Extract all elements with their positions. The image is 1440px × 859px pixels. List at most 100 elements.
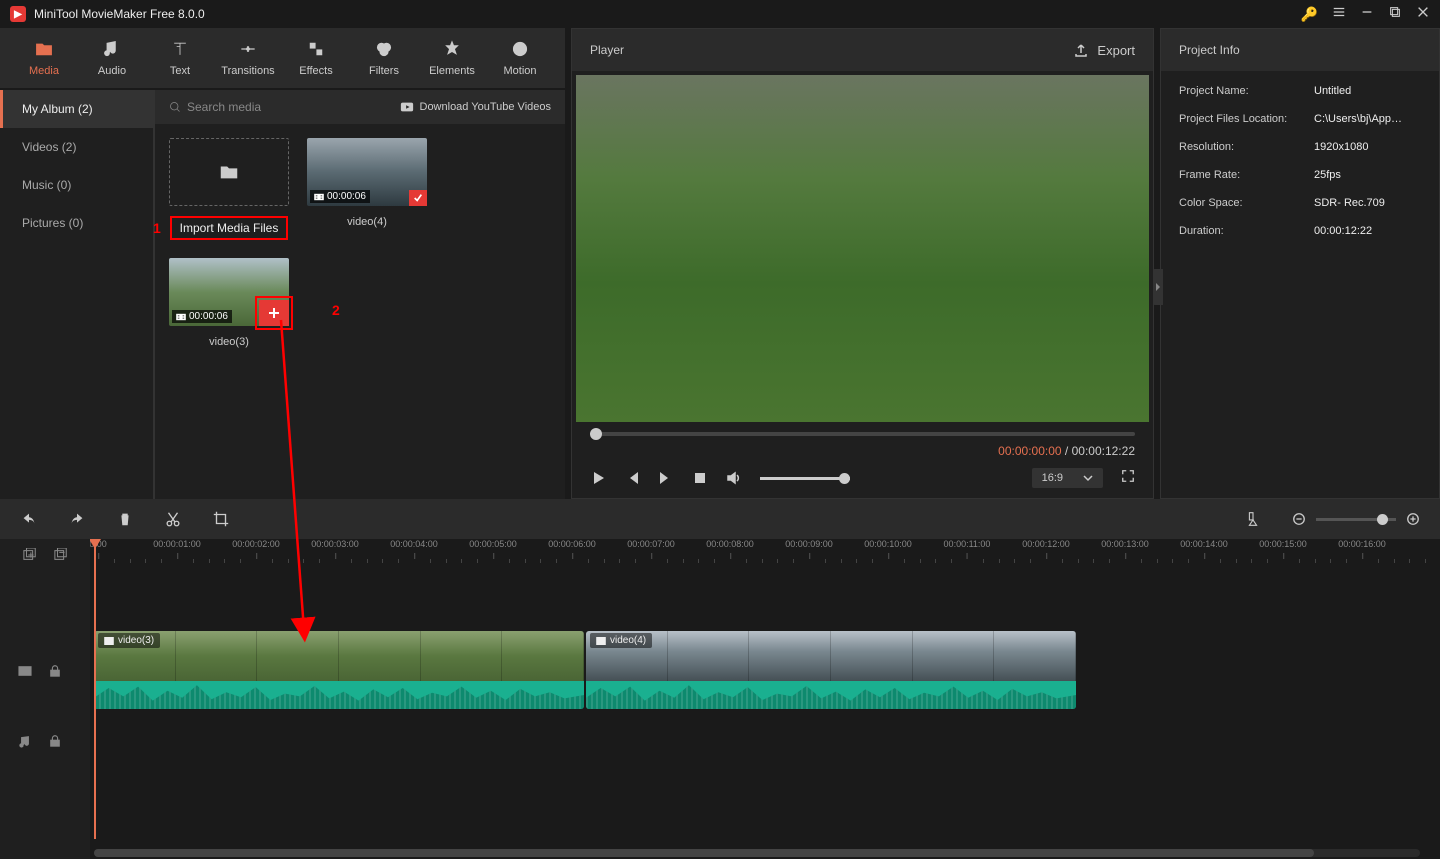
crop-button[interactable] [212,510,230,528]
aspect-ratio-select[interactable]: 16:9 [1032,468,1103,488]
add-track-button[interactable] [23,548,37,562]
player-panel: Player Export 00:00:00:00 / 00:00:12:22 [571,28,1154,499]
add-to-timeline-button[interactable] [259,300,289,326]
close-button[interactable] [1416,5,1430,24]
key-icon[interactable]: 🔑 [1301,6,1318,23]
media-selected-check-icon [409,190,427,206]
duration-value: 00:00:12:22 [1314,225,1372,237]
tab-elements[interactable]: Elements [418,28,486,88]
media-item-label: video(4) [347,216,387,228]
tab-transitions[interactable]: Transitions [214,28,282,88]
export-button[interactable]: Export [1073,42,1135,58]
media-item-video3[interactable]: 00:00:06 video(3) [169,258,289,348]
audio-track-icon [18,734,32,748]
timeline-clip-video3[interactable]: video(3) [94,631,584,709]
media-item-video4[interactable]: 00:00:06 video(4) [307,138,427,240]
menu-icon[interactable] [1332,5,1346,24]
volume-icon[interactable] [726,470,742,486]
export-icon [1073,42,1089,58]
marker-button[interactable] [1244,510,1262,528]
lock-icon[interactable] [48,734,62,748]
download-youtube-button[interactable]: Download YouTube Videos [400,100,552,114]
timeline-clip-video4[interactable]: video(4) [586,631,1076,709]
zoom-out-button[interactable] [1292,512,1306,526]
import-media-tile[interactable]: Import Media Files [169,138,289,240]
zoom-slider[interactable] [1316,518,1396,521]
folder-icon [218,161,240,183]
timeline-h-scrollbar[interactable] [94,849,1420,857]
tab-filters[interactable]: Filters [350,28,418,88]
sidebar-item-videos[interactable]: Videos (2) [0,128,153,166]
app-icon: ▶ [10,6,26,22]
download-youtube-label: Download YouTube Videos [420,101,552,113]
youtube-icon [400,100,414,114]
player-scrubber[interactable] [590,432,1135,436]
playhead[interactable] [94,539,96,839]
media-item-label: video(3) [209,336,249,348]
undo-button[interactable] [20,510,38,528]
video-track-icon [18,664,32,678]
minimize-button[interactable] [1360,5,1374,24]
cut-button[interactable] [164,510,182,528]
redo-button[interactable] [68,510,86,528]
aspect-ratio-label: 16:9 [1042,472,1063,484]
timeline: 0:0000:00:01:0000:00:02:0000:00:03:0000:… [0,499,1440,859]
framerate-value: 25fps [1314,169,1341,181]
time-display: 00:00:00:00 / 00:00:12:22 [590,444,1135,458]
framerate-label: Frame Rate: [1179,169,1314,181]
clip-label: video(4) [610,635,646,646]
sidebar-item-music[interactable]: Music (0) [0,166,153,204]
titlebar: ▶ MiniTool MovieMaker Free 8.0.0 🔑 [0,0,1440,28]
project-location-label: Project Files Location: [1179,113,1314,125]
timeline-track-headers [0,539,90,859]
next-frame-button[interactable] [658,470,674,486]
app-title: MiniTool MovieMaker Free 8.0.0 [34,7,1301,21]
tab-motion-label: Motion [503,65,536,77]
project-info-title: Project Info [1161,29,1439,71]
export-label: Export [1097,43,1135,58]
sidebar-item-pictures[interactable]: Pictures (0) [0,204,153,242]
sidebar-item-myalbum[interactable]: My Album (2) [0,90,153,128]
tab-effects[interactable]: Effects [282,28,350,88]
tab-media-label: Media [29,65,59,77]
prev-frame-button[interactable] [624,470,640,486]
annotation-1: 1 [153,220,161,236]
maximize-button[interactable] [1388,5,1402,24]
tab-filters-label: Filters [369,65,399,77]
player-title: Player [590,43,1073,57]
tab-text[interactable]: Text [146,28,214,88]
media-duration-badge: 00:00:06 [310,190,370,203]
timeline-ruler[interactable]: 0:0000:00:01:0000:00:02:0000:00:03:0000:… [90,539,1440,571]
project-info-panel: Project Info Project Name:Untitled Proje… [1160,28,1440,499]
search-icon [169,101,181,113]
search-input[interactable]: Search media [169,100,400,114]
search-placeholder: Search media [187,100,261,114]
duration-label: Duration: [1179,225,1314,237]
zoom-in-button[interactable] [1406,512,1420,526]
tab-text-label: Text [170,65,190,77]
tab-effects-label: Effects [299,65,332,77]
tab-motion[interactable]: Motion [486,28,554,88]
play-button[interactable] [590,470,606,486]
tab-media[interactable]: Media [10,28,78,88]
volume-slider[interactable] [760,477,850,480]
clip-label: video(3) [118,635,154,646]
colorspace-label: Color Space: [1179,197,1314,209]
stop-button[interactable] [692,470,708,486]
delete-button[interactable] [116,510,134,528]
lock-icon[interactable] [48,664,62,678]
fullscreen-button[interactable] [1121,469,1135,488]
tab-audio-label: Audio [98,65,126,77]
top-tab-strip: Media Audio Text Transitions Effects Fil… [0,28,565,90]
media-duration-badge: 00:00:06 [172,310,232,323]
timeline-toolbar [0,499,1440,539]
import-media-label: Import Media Files [170,216,289,240]
resolution-label: Resolution: [1179,141,1314,153]
tab-audio[interactable]: Audio [78,28,146,88]
project-location-value: C:\Users\bj\App… [1314,113,1402,125]
player-preview[interactable] [576,75,1149,422]
media-sidebar: My Album (2) Videos (2) Music (0) Pictur… [0,90,155,499]
collapse-panel-button[interactable] [1153,269,1163,305]
remove-track-button[interactable] [54,548,68,562]
tab-transitions-label: Transitions [221,65,274,77]
